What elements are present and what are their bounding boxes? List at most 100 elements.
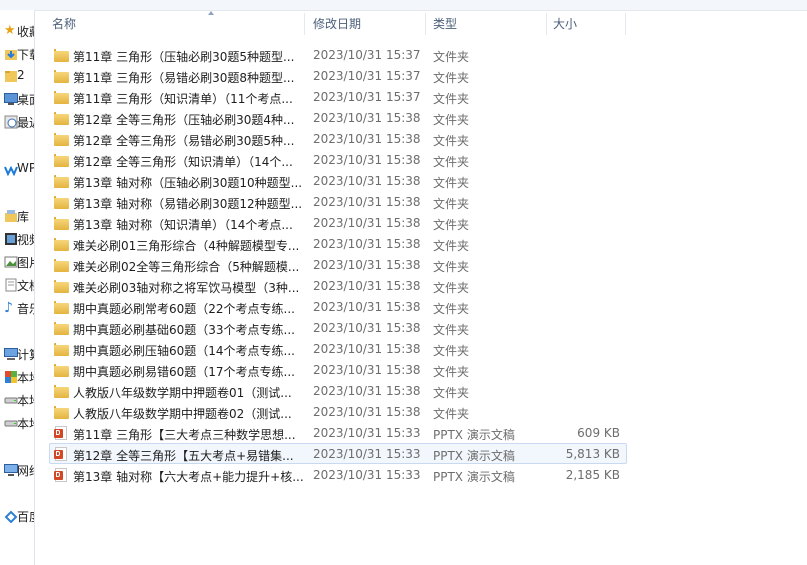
- nav-pictures[interactable]: 图片: [0, 252, 34, 272]
- drive-icon: [4, 416, 18, 430]
- computer-icon: [4, 347, 18, 361]
- column-header-size[interactable]: 大小: [553, 11, 577, 37]
- sort-ascending-icon: [208, 11, 214, 15]
- file-type: 文件夹: [433, 344, 470, 358]
- column-divider[interactable]: [425, 13, 426, 35]
- column-header-type[interactable]: 类型: [433, 11, 457, 37]
- folder-icon: [54, 300, 69, 314]
- file-date-modified: 2023/10/31 15:38: [313, 132, 421, 146]
- file-type: 文件夹: [433, 218, 470, 232]
- folder-icon: [54, 363, 69, 377]
- file-date-modified: 2023/10/31 15:38: [313, 405, 421, 419]
- file-row[interactable]: 第12章 全等三角形【五大考点+易错集... 2023/10/31 15:33 PP…: [49, 443, 627, 464]
- file-date-modified: 2023/10/31 15:38: [313, 321, 421, 335]
- file-row[interactable]: 第12章 全等三角形（易错必刷30题5种... 2023/10/31 15:38 文…: [49, 128, 627, 149]
- file-type: 文件夹: [433, 113, 470, 127]
- file-type: 文件夹: [433, 239, 470, 253]
- nav-drive-2[interactable]: 本地磁盘: [0, 390, 34, 410]
- nav-music[interactable]: ♪ 音乐: [0, 298, 34, 318]
- file-row[interactable]: 期中真题必刷易错60题（17个考点专练... 2023/10/31 15:38 文件…: [49, 359, 627, 380]
- folder-icon: [54, 174, 69, 188]
- navigation-pane[interactable]: ★ 收藏夹 下载 2 桌面 最近访问 WPS 库: [0, 10, 35, 565]
- file-row[interactable]: 难关必刷01三角形综合（4种解题模型专... 2023/10/31 15:38 文件…: [49, 233, 627, 254]
- file-row[interactable]: 第13章 轴对称（知识清单）（14个考点... 2023/10/31 15:38 文…: [49, 212, 627, 233]
- pptx-file-icon: [54, 468, 69, 482]
- file-row[interactable]: 期中真题必刷压轴60题（14个考点专练... 2023/10/31 15:38 文件…: [49, 338, 627, 359]
- folder-icon: [54, 48, 69, 62]
- column-divider[interactable]: [625, 13, 626, 35]
- file-row[interactable]: 第11章 三角形（知识清单）（11个考点... 2023/10/31 15:37 文…: [49, 86, 627, 107]
- nav-documents[interactable]: 文档: [0, 275, 34, 295]
- file-row[interactable]: 第13章 轴对称（压轴必刷30题10种题型... 2023/10/31 15:38…: [49, 170, 627, 191]
- nav-computer[interactable]: 计算机: [0, 344, 34, 364]
- nav-downloads[interactable]: 下载: [0, 44, 34, 64]
- column-header-name[interactable]: 名称: [52, 11, 76, 37]
- file-type: 文件夹: [433, 281, 470, 295]
- picture-library-icon: [4, 255, 18, 269]
- folder-icon: [54, 90, 69, 104]
- file-row[interactable]: 人教版八年级数学期中押题卷01（测试... 2023/10/31 15:38 文件夹: [49, 380, 627, 401]
- folder-icon: [54, 216, 69, 230]
- file-row[interactable]: 第13章 轴对称【六大考点+能力提升+核... 2023/10/31 15:33 P…: [49, 464, 627, 485]
- system-drive-icon: [4, 370, 18, 384]
- pptx-file-icon: [54, 447, 69, 461]
- column-divider[interactable]: [304, 13, 305, 35]
- file-date-modified: 2023/10/31 15:37: [313, 48, 421, 62]
- file-name: 第12章 全等三角形（知识清单）（14个...: [73, 155, 293, 169]
- column-header-date[interactable]: 修改日期: [313, 11, 361, 37]
- file-type: 文件夹: [433, 365, 470, 379]
- file-type: 文件夹: [433, 302, 470, 316]
- nav-libraries[interactable]: 库: [0, 206, 34, 226]
- folder-icon: [54, 321, 69, 335]
- file-type: 文件夹: [433, 323, 470, 337]
- file-row[interactable]: 第12章 全等三角形（压轴必刷30题4种... 2023/10/31 15:38 文…: [49, 107, 627, 128]
- file-row[interactable]: 期中真题必刷基础60题（33个考点专练... 2023/10/31 15:38 文件…: [49, 317, 627, 338]
- file-type: 文件夹: [433, 197, 470, 211]
- file-name: 期中真题必刷基础60题（33个考点专练...: [73, 323, 295, 337]
- file-size: 5,813 KB: [565, 447, 620, 461]
- file-date-modified: 2023/10/31 15:38: [313, 111, 421, 125]
- folder-icon: [54, 258, 69, 272]
- file-row[interactable]: 难关必刷02全等三角形综合（5种解题模... 2023/10/31 15:38 文件…: [49, 254, 627, 275]
- file-type: 文件夹: [433, 155, 470, 169]
- nav-folder-2[interactable]: 2: [0, 66, 34, 86]
- file-name: 期中真题必刷常考60题（22个考点专练...: [73, 302, 295, 316]
- file-row[interactable]: 期中真题必刷常考60题（22个考点专练... 2023/10/31 15:38 文件…: [49, 296, 627, 317]
- nav-favorites[interactable]: ★ 收藏夹: [0, 21, 34, 41]
- file-name: 人教版八年级数学期中押题卷02（测试...: [73, 407, 292, 421]
- file-row[interactable]: 第13章 轴对称（易错必刷30题12种题型... 2023/10/31 15:38…: [49, 191, 627, 212]
- folder-icon: [54, 384, 69, 398]
- file-row[interactable]: 第11章 三角形（易错必刷30题8种题型... 2023/10/31 15:37 文…: [49, 65, 627, 86]
- file-row[interactable]: 第11章 三角形（压轴必刷30题5种题型... 2023/10/31 15:37 文…: [49, 44, 627, 65]
- file-row[interactable]: 难关必刷03轴对称之将军饮马模型（3种... 2023/10/31 15:38 文件…: [49, 275, 627, 296]
- nav-drive-system[interactable]: 本地磁盘: [0, 367, 34, 387]
- star-icon: ★: [4, 23, 16, 38]
- file-type: PPTX 演示文稿: [433, 428, 515, 442]
- nav-videos[interactable]: 视频: [0, 229, 34, 249]
- file-name: 第13章 轴对称【六大考点+能力提升+核...: [73, 470, 304, 484]
- file-date-modified: 2023/10/31 15:38: [313, 384, 421, 398]
- file-row[interactable]: 第12章 全等三角形（知识清单）（14个... 2023/10/31 15:38 文…: [49, 149, 627, 170]
- nav-wps[interactable]: WPS: [0, 159, 34, 179]
- nav-baidu-netdisk[interactable]: 百度网盘: [0, 506, 34, 526]
- file-date-modified: 2023/10/31 15:38: [313, 153, 421, 167]
- file-name: 难关必刷02全等三角形综合（5种解题模...: [73, 260, 300, 274]
- file-type: PPTX 演示文稿: [433, 449, 515, 463]
- file-name: 第11章 三角形（知识清单）（11个考点...: [73, 92, 293, 106]
- file-date-modified: 2023/10/31 15:37: [313, 90, 421, 104]
- nav-drive-3[interactable]: 本地磁盘: [0, 413, 34, 433]
- nav-recent[interactable]: 最近访问: [0, 112, 34, 132]
- file-name: 第13章 轴对称（压轴必刷30题10种题型...: [73, 176, 303, 190]
- file-type: 文件夹: [433, 71, 470, 85]
- file-type: 文件夹: [433, 407, 470, 421]
- document-library-icon: [4, 278, 18, 292]
- column-divider[interactable]: [546, 13, 547, 35]
- wps-cloud-icon: [4, 162, 18, 177]
- nav-network[interactable]: 网络: [0, 460, 34, 480]
- file-name: 第11章 三角形（易错必刷30题8种题型...: [73, 71, 295, 85]
- file-row[interactable]: 人教版八年级数学期中押题卷02（测试... 2023/10/31 15:38 文件夹: [49, 401, 627, 422]
- folder-icon: [54, 69, 69, 83]
- music-library-icon: ♪: [4, 300, 13, 316]
- file-row[interactable]: 第11章 三角形【三大考点三种数学思想... 2023/10/31 15:33 PP…: [49, 422, 627, 443]
- nav-desktop[interactable]: 桌面: [0, 89, 34, 109]
